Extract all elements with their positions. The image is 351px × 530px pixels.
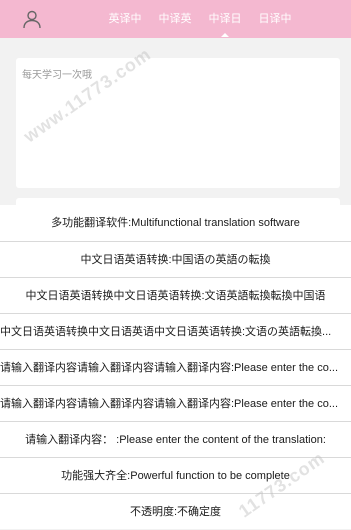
tab-en-to-zh[interactable]: 英译中 xyxy=(100,0,150,38)
list-item[interactable]: 中文日语英语转换:中国语の英語の転換 xyxy=(0,241,351,277)
list-item[interactable]: 功能强大齐全:Powerful function to be complete xyxy=(0,457,351,493)
tab-zh-to-en[interactable]: 中译英 xyxy=(150,0,200,38)
list-item[interactable]: 中文日语英语转换中文日语英语中文日语英语转换:文语の英語転換... xyxy=(0,313,351,349)
translation-input-card xyxy=(16,58,340,188)
tab-zh-to-ja[interactable]: 中译日 xyxy=(200,0,250,38)
translation-mode-tabs: 英译中 中译英 中译日 日译中 xyxy=(100,0,300,38)
list-item[interactable]: 请输入翻译内容： :Please enter the content of th… xyxy=(0,421,351,457)
list-item[interactable]: 请输入翻译内容请输入翻译内容请输入翻译内容:Please enter the c… xyxy=(0,349,351,385)
list-item[interactable]: 中文日语英语转换中文日语英语转换:文语英語転換転換中国语 xyxy=(0,277,351,313)
phrase-action-sheet: 多功能翻译软件:Multifunctional translation soft… xyxy=(0,205,351,529)
app-header: 英译中 中译英 中译日 日译中 xyxy=(0,0,351,38)
list-item[interactable]: 不透明度:不确定度 xyxy=(0,493,351,529)
tab-ja-to-zh[interactable]: 日译中 xyxy=(250,0,300,38)
list-item[interactable]: 多功能翻译软件:Multifunctional translation soft… xyxy=(0,205,351,241)
translation-input[interactable] xyxy=(16,58,340,188)
user-icon[interactable] xyxy=(22,9,42,29)
list-item[interactable]: 请输入翻译内容请输入翻译内容请输入翻译内容:Please enter the c… xyxy=(0,385,351,421)
